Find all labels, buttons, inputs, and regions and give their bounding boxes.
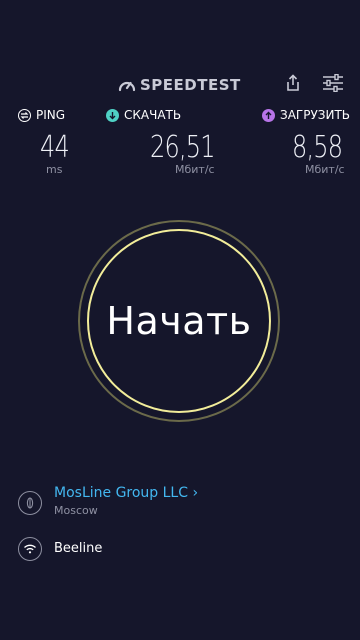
isp-name-link[interactable]: MosLine Group LLC › [54, 485, 198, 501]
upload-label-group: ЗАГРУЗИТЬ [262, 108, 350, 122]
start-button-ring: Начать [87, 229, 271, 413]
download-unit: Мбит/с [175, 163, 215, 176]
ping-unit: ms [46, 163, 63, 176]
chevron-right-icon: › [192, 485, 199, 501]
server-city: Moscow [54, 504, 98, 517]
upload-arrow-icon [262, 108, 275, 122]
upload-value: 8,58 [292, 130, 343, 165]
share-button[interactable] [282, 74, 304, 96]
speedtest-logo: SPEEDTEST [118, 76, 241, 94]
network-name: Beeline [54, 541, 103, 556]
settings-sliders-icon [322, 73, 344, 96]
share-icon [285, 74, 301, 96]
isp-name: MosLine Group LLC [54, 485, 189, 501]
download-label-group: СКАЧАТЬ [106, 108, 181, 122]
download-label: СКАЧАТЬ [124, 108, 182, 122]
server-globe-icon [18, 491, 42, 515]
wifi-icon [18, 537, 42, 561]
ping-value: 44 [40, 130, 70, 165]
download-arrow-icon [106, 108, 119, 122]
ping-icon [18, 108, 31, 122]
upload-unit: Мбит/с [305, 163, 345, 176]
speedometer-icon [118, 78, 136, 92]
download-value: 26,51 [150, 130, 216, 165]
start-test-button[interactable]: Начать [78, 220, 280, 422]
upload-label: ЗАГРУЗИТЬ [280, 108, 351, 122]
brand-name: SPEEDTEST [140, 76, 241, 94]
ping-label-group: PING [18, 108, 65, 122]
speedtest-screen: SPEEDTEST PING 44 ms СКАЧАТЬ 26,51 Мбит/… [0, 0, 360, 640]
start-button-label: Начать [106, 299, 252, 343]
ping-label: PING [36, 108, 66, 122]
settings-button[interactable] [322, 73, 344, 96]
